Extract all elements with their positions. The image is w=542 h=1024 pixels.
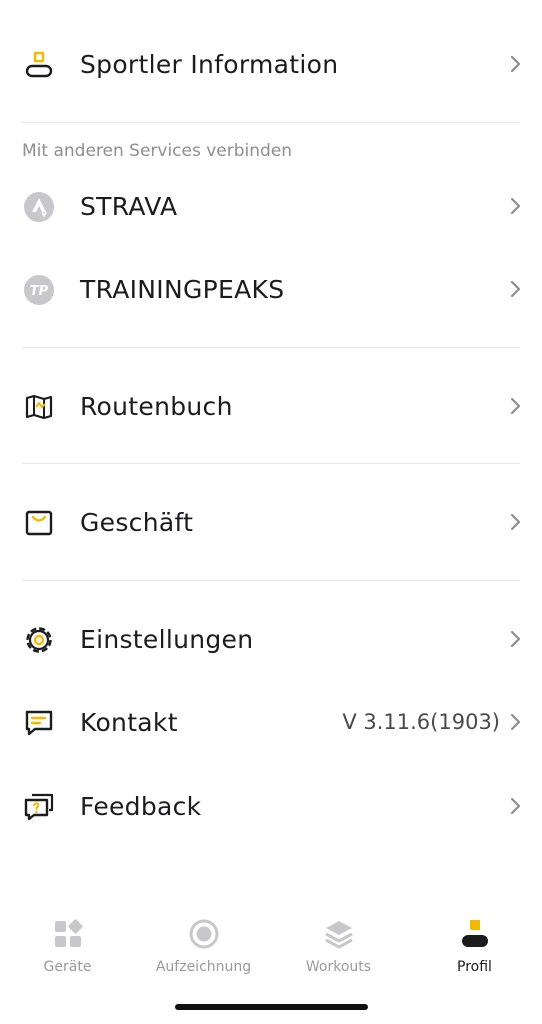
menu-item-shop[interactable]: Geschäft	[0, 492, 542, 552]
feedback-icon	[22, 790, 56, 824]
athlete-icon	[22, 48, 56, 82]
tab-label: Profil	[457, 959, 492, 975]
map-icon	[22, 390, 56, 424]
menu-item-route-book[interactable]: Routenbuch	[0, 376, 542, 436]
trainingpeaks-icon: TP	[22, 273, 56, 307]
menu-item-athlete-info[interactable]: Sportler Information	[0, 34, 542, 94]
shop-bag-icon	[22, 506, 56, 540]
layers-icon	[324, 921, 353, 949]
chevron-right-icon	[510, 397, 521, 415]
gear-icon	[22, 623, 56, 657]
chat-icon	[22, 706, 56, 740]
profile-icon	[461, 920, 488, 947]
divider	[22, 347, 520, 348]
chevron-right-icon	[510, 197, 521, 215]
tab-bar: Geräte Aufzeichnung Workouts Profil	[0, 905, 542, 985]
tab-record[interactable]: Aufzeichnung	[136, 905, 271, 985]
divider	[22, 463, 520, 464]
tab-label: Geräte	[43, 959, 92, 975]
shop-label: Geschäft	[80, 507, 194, 537]
trainingpeaks-label: TRAININGPEAKS	[80, 274, 285, 304]
route-book-label: Routenbuch	[80, 391, 233, 421]
grid-icon	[54, 919, 82, 947]
trainingpeaks-badge: TP	[30, 284, 49, 299]
menu-item-feedback[interactable]: Feedback	[0, 776, 542, 836]
home-indicator	[175, 1004, 368, 1010]
strava-label: STRAVA	[80, 191, 178, 221]
menu-item-strava[interactable]: STRAVA	[0, 176, 542, 236]
chevron-right-icon	[510, 630, 521, 648]
settings-label: Einstellungen	[80, 624, 254, 654]
divider	[22, 122, 520, 123]
menu-item-trainingpeaks[interactable]: TP TRAININGPEAKS	[0, 259, 542, 319]
menu-item-contact[interactable]: Kontakt V 3.11.6(1903)	[0, 692, 542, 752]
record-icon	[189, 919, 218, 949]
chevron-right-icon	[510, 280, 521, 298]
divider	[22, 580, 520, 581]
chevron-right-icon	[510, 797, 521, 815]
contact-label: Kontakt	[80, 707, 178, 737]
strava-icon	[22, 190, 56, 224]
app-version: V 3.11.6(1903)	[342, 710, 500, 734]
chevron-right-icon	[510, 55, 521, 73]
chevron-right-icon	[510, 513, 521, 531]
chevron-right-icon	[510, 713, 521, 731]
tab-label: Aufzeichnung	[155, 959, 252, 975]
tab-devices[interactable]: Geräte	[0, 905, 135, 985]
connect-section-title: Mit anderen Services verbinden	[22, 141, 293, 161]
feedback-label: Feedback	[80, 791, 202, 821]
tab-workouts[interactable]: Workouts	[271, 905, 406, 985]
tab-label: Workouts	[305, 959, 372, 975]
athlete-info-label: Sportler Information	[80, 49, 339, 79]
menu-item-settings[interactable]: Einstellungen	[0, 609, 542, 669]
tab-profile[interactable]: Profil	[407, 905, 542, 985]
